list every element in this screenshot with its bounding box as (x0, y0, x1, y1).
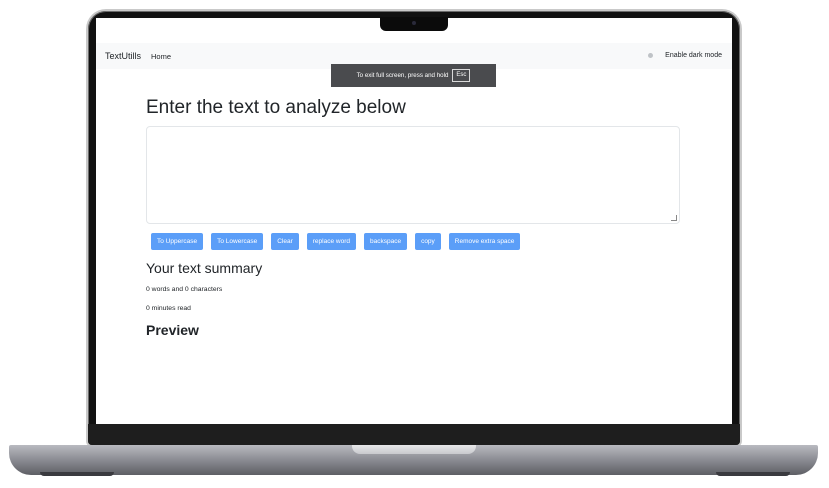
dark-mode-label[interactable]: Enable dark mode (665, 52, 722, 59)
read-time: 0 minutes read (146, 305, 191, 312)
camera-notch (380, 17, 448, 31)
page-title: Enter the text to analyze below (146, 97, 406, 118)
resize-grip-icon[interactable] (671, 215, 677, 221)
fullscreen-hint-text: To exit full screen, press and hold (356, 72, 449, 79)
preview-heading: Preview (146, 322, 199, 338)
to-uppercase-button[interactable]: To Uppercase (151, 233, 204, 250)
copy-button[interactable]: copy (415, 233, 441, 250)
nav-link-home[interactable]: Home (151, 52, 171, 61)
browser-viewport: TextUtills Home Enable dark mode To exit… (96, 18, 732, 424)
laptop-opening-notch (352, 445, 476, 454)
dark-mode-switch[interactable] (648, 53, 656, 58)
laptop-foot-right (716, 472, 790, 476)
word-char-count: 0 words and 0 characters (146, 286, 223, 293)
main-content: Enter the text to analyze below To Upper… (146, 96, 682, 338)
navbar-brand[interactable]: TextUtills (105, 51, 141, 61)
laptop-bezel-bottom (88, 424, 740, 445)
backspace-button[interactable]: backspace (363, 233, 408, 250)
text-input-area[interactable] (146, 126, 680, 224)
action-button-row: To Uppercase To Lowercase Clear replace … (151, 233, 528, 250)
esc-key-badge: Esc (452, 69, 471, 82)
replace-word-button[interactable]: replace word (306, 233, 356, 250)
fullscreen-exit-hint: To exit full screen, press and hold Esc (331, 64, 496, 87)
remove-extra-space-button[interactable]: Remove extra space (448, 233, 521, 250)
clear-button[interactable]: Clear (271, 233, 299, 250)
laptop-foot-left (40, 472, 114, 476)
to-lowercase-button[interactable]: To Lowercase (211, 233, 264, 250)
camera-icon (412, 21, 416, 25)
switch-knob (648, 53, 653, 58)
summary-heading: Your text summary (146, 260, 263, 276)
